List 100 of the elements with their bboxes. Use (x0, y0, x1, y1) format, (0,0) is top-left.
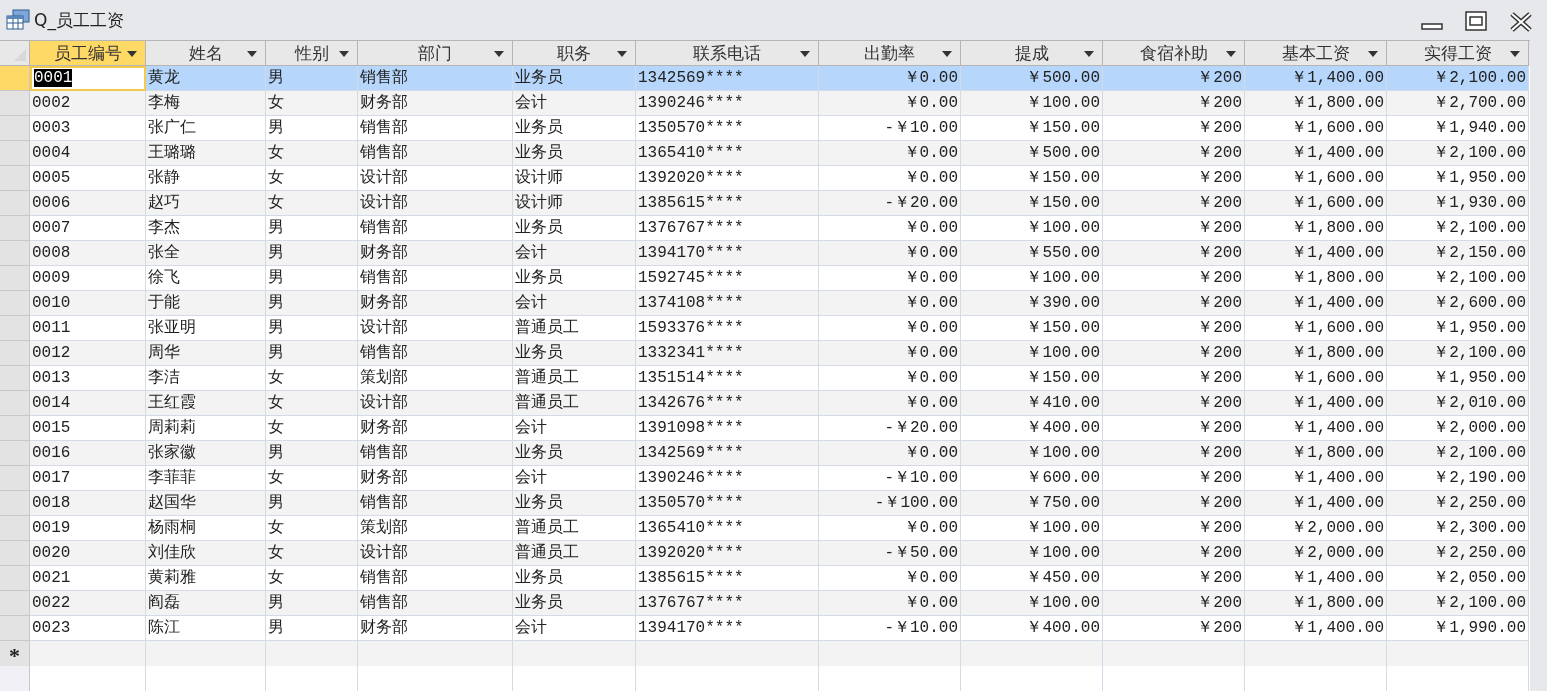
table-cell: 女 (266, 166, 358, 191)
table-cell: ￥200 (1103, 291, 1245, 316)
record-selector[interactable] (0, 416, 30, 441)
table-cell: ￥1,400.00 (1245, 466, 1387, 491)
record-selector[interactable] (0, 466, 30, 491)
table-cell: ￥1,800.00 (1245, 441, 1387, 466)
dropdown-caret-icon[interactable] (339, 51, 349, 57)
table-cell: 李梅 (146, 91, 266, 116)
dropdown-caret-icon[interactable] (942, 51, 952, 57)
table-cell: 策划部 (358, 516, 513, 541)
table-cell: ￥100.00 (961, 341, 1103, 366)
table-cell: ￥1,800.00 (1245, 591, 1387, 616)
record-selector[interactable] (0, 216, 30, 241)
dropdown-caret-icon[interactable] (1368, 51, 1378, 57)
record-selector[interactable] (0, 166, 30, 191)
table-cell: ￥200 (1103, 91, 1245, 116)
table-cell: -￥10.00 (819, 616, 961, 641)
table-cell: 0011 (30, 316, 146, 341)
record-selector[interactable] (0, 91, 30, 116)
table-cell: 1592745**** (636, 266, 819, 291)
table-cell: ￥200 (1103, 591, 1245, 616)
table-cell: ￥100.00 (961, 91, 1103, 116)
table-cell: ￥100.00 (961, 516, 1103, 541)
table-cell: ￥200 (1103, 266, 1245, 291)
table-cell: 黄龙 (146, 66, 266, 91)
record-selector[interactable] (0, 316, 30, 341)
record-selector[interactable] (0, 391, 30, 416)
table-cell: ￥200 (1103, 66, 1245, 91)
record-selector[interactable] (0, 266, 30, 291)
table-cell: -￥10.00 (819, 116, 961, 141)
dropdown-caret-icon[interactable] (494, 51, 504, 57)
table-cell: 销售部 (358, 216, 513, 241)
dropdown-caret-icon[interactable] (1084, 51, 1094, 57)
record-selector[interactable] (0, 66, 30, 91)
record-selector[interactable] (0, 291, 30, 316)
record-selector[interactable] (0, 566, 30, 591)
table-cell: ￥2,100.00 (1387, 441, 1529, 466)
table-cell: ￥200 (1103, 241, 1245, 266)
record-selector[interactable] (0, 441, 30, 466)
table-cell: ￥200 (1103, 466, 1245, 491)
dropdown-caret-icon[interactable] (1226, 51, 1236, 57)
record-selector[interactable] (0, 191, 30, 216)
table-cell: 设计部 (358, 316, 513, 341)
table-cell: ￥1,400.00 (1245, 241, 1387, 266)
table-cell: ￥750.00 (961, 491, 1103, 516)
table-cell: 女 (266, 541, 358, 566)
record-selector[interactable] (0, 141, 30, 166)
table-cell: ￥2,100.00 (1387, 66, 1529, 91)
record-selector[interactable] (0, 616, 30, 641)
table-cell: 0015 (30, 416, 146, 441)
table-cell: ￥100.00 (961, 216, 1103, 241)
table-cell: 女 (266, 466, 358, 491)
table-cell: 普通员工 (513, 316, 636, 341)
table-cell: ￥200 (1103, 616, 1245, 641)
record-selector[interactable] (0, 541, 30, 566)
record-selector[interactable] (0, 491, 30, 516)
table-cell: ￥100.00 (961, 266, 1103, 291)
dropdown-caret-icon[interactable] (617, 51, 627, 57)
table-cell: ￥0.00 (819, 366, 961, 391)
table-cell: ￥2,100.00 (1387, 216, 1529, 241)
table-cell: ￥100.00 (961, 441, 1103, 466)
table-cell: 1385615**** (636, 191, 819, 216)
record-selector[interactable] (0, 341, 30, 366)
record-selector[interactable] (0, 241, 30, 266)
table-cell: 1342676**** (636, 391, 819, 416)
table-cell: 0009 (30, 266, 146, 291)
table-cell: ￥2,600.00 (1387, 291, 1529, 316)
dropdown-caret-icon[interactable] (1510, 51, 1520, 57)
table-cell: 销售部 (358, 341, 513, 366)
column-header[interactable]: 员工编号 (30, 41, 146, 66)
record-selector[interactable] (0, 516, 30, 541)
table-cell: ￥2,100.00 (1387, 591, 1529, 616)
table-cell: 会计 (513, 241, 636, 266)
table-cell: 0022 (30, 591, 146, 616)
table-cell: 张全 (146, 241, 266, 266)
table-cell: ￥2,300.00 (1387, 516, 1529, 541)
table-cell: ￥1,600.00 (1245, 191, 1387, 216)
table-cell: ￥0.00 (819, 141, 961, 166)
table-cell: 1332341**** (636, 341, 819, 366)
table-cell: ￥2,010.00 (1387, 391, 1529, 416)
table-cell: ￥150.00 (961, 116, 1103, 141)
table-cell: ￥0.00 (819, 341, 961, 366)
table-cell: 设计师 (513, 191, 636, 216)
table-cell: 业务员 (513, 441, 636, 466)
record-selector[interactable] (0, 591, 30, 616)
dropdown-caret-icon[interactable] (127, 51, 137, 57)
record-selector[interactable] (0, 366, 30, 391)
table-cell: 销售部 (358, 491, 513, 516)
table-cell: 1342569**** (636, 66, 819, 91)
table-cell: 0008 (30, 241, 146, 266)
close-button[interactable] (1509, 11, 1533, 33)
record-selector[interactable] (0, 116, 30, 141)
table-cell: 0007 (30, 216, 146, 241)
table-cell: ￥0.00 (819, 66, 961, 91)
dropdown-caret-icon[interactable] (247, 51, 257, 57)
table-cell: 财务部 (358, 241, 513, 266)
dropdown-caret-icon[interactable] (800, 51, 810, 57)
table-cell: 男 (266, 341, 358, 366)
table-cell: 财务部 (358, 416, 513, 441)
restore-button[interactable] (1464, 11, 1488, 33)
